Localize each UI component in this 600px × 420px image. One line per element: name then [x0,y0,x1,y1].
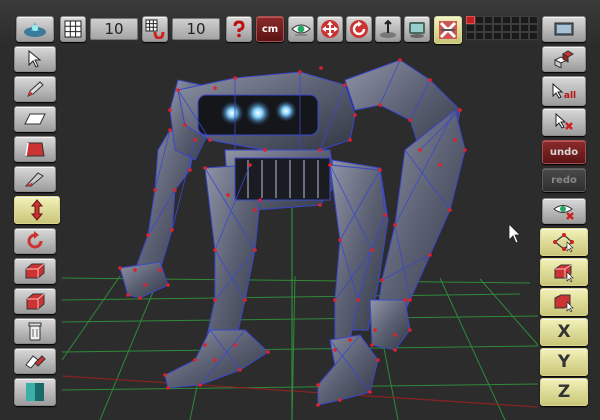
palette-swatch[interactable] [502,24,511,32]
axis-z-label: Z [557,382,571,402]
extrude-icon[interactable] [14,258,56,284]
snap-value-field[interactable]: 10 [172,18,220,40]
hide-icon[interactable] [542,198,586,224]
palette-swatch[interactable] [466,16,475,24]
move-icon[interactable] [317,16,343,42]
palette-swatch[interactable] [493,32,502,40]
arrow-select-icon[interactable] [14,46,56,72]
palette-swatch[interactable] [484,32,493,40]
cubes-icon[interactable] [542,46,586,72]
pencil-icon[interactable] [14,76,56,102]
question-icon[interactable] [226,16,252,42]
select-all-label: all [563,91,577,101]
palette-swatch[interactable] [502,16,511,24]
box-select-icon[interactable] [540,258,588,286]
cube-cut-icon[interactable] [14,288,56,314]
axis-y-button[interactable]: Y [540,348,588,376]
rotate-tool-icon[interactable] [14,228,56,254]
knife-icon[interactable] [14,166,56,192]
screen-icon[interactable] [542,16,586,42]
height-icon[interactable] [375,16,401,42]
palette-swatch[interactable] [520,16,529,24]
material-icon[interactable] [14,378,56,406]
axis-z-button[interactable]: Z [540,378,588,406]
palette-swatch[interactable] [484,24,493,32]
palette-swatch[interactable] [466,24,475,32]
palette-swatch[interactable] [475,24,484,32]
axis-y-label: Y [557,352,571,372]
palette-swatch[interactable] [502,32,511,40]
camera-icon[interactable] [404,16,430,42]
palette-swatch[interactable] [529,24,538,32]
palette-swatch[interactable] [511,32,520,40]
axis-x-button[interactable]: X [540,318,588,346]
units-button[interactable]: cm [256,16,284,42]
eye-icon[interactable] [288,16,314,42]
palette-swatch[interactable] [529,16,538,24]
rotate-icon[interactable] [346,16,372,42]
top-toolbar: 10 10 cm [0,0,600,46]
face-icon[interactable] [14,136,56,162]
3d-viewport[interactable] [62,46,538,420]
palette-swatch[interactable] [511,16,520,24]
logo-icon[interactable] [16,16,54,42]
scene-canvas[interactable] [62,46,538,420]
grid-size-field[interactable]: 10 [90,18,138,40]
modeler-app: 10 10 cm all undo redo X Y Z [0,0,600,420]
palette-swatch[interactable] [520,24,529,32]
snap-magnet-icon[interactable] [142,16,168,42]
undo-label: undo [549,146,579,158]
texture-icon[interactable] [434,16,462,44]
axis-x-label: X [557,322,571,342]
palette-swatch[interactable] [475,16,484,24]
trash-icon[interactable] [14,318,56,344]
palette-swatch[interactable] [520,32,529,40]
color-palette[interactable] [466,16,540,44]
face-select-icon[interactable] [540,288,588,316]
units-label: cm [261,23,279,35]
plane-icon[interactable] [14,106,56,132]
palette-swatch[interactable] [511,24,520,32]
palette-swatch[interactable] [484,16,493,24]
palette-swatch[interactable] [475,32,484,40]
palette-swatch[interactable] [493,16,502,24]
redo-button[interactable]: redo [542,168,586,192]
vertical-move-icon[interactable] [14,196,60,224]
grid-icon[interactable] [60,16,86,42]
vertex-select-icon[interactable] [540,228,588,256]
palette-swatch[interactable] [493,24,502,32]
deselect-icon[interactable] [542,108,586,136]
palette-swatch[interactable] [529,32,538,40]
palette-swatch[interactable] [466,32,475,40]
redo-label: redo [551,174,577,186]
paint-icon[interactable] [14,348,56,374]
undo-button[interactable]: undo [542,140,586,164]
select-all-icon[interactable]: all [542,76,586,106]
